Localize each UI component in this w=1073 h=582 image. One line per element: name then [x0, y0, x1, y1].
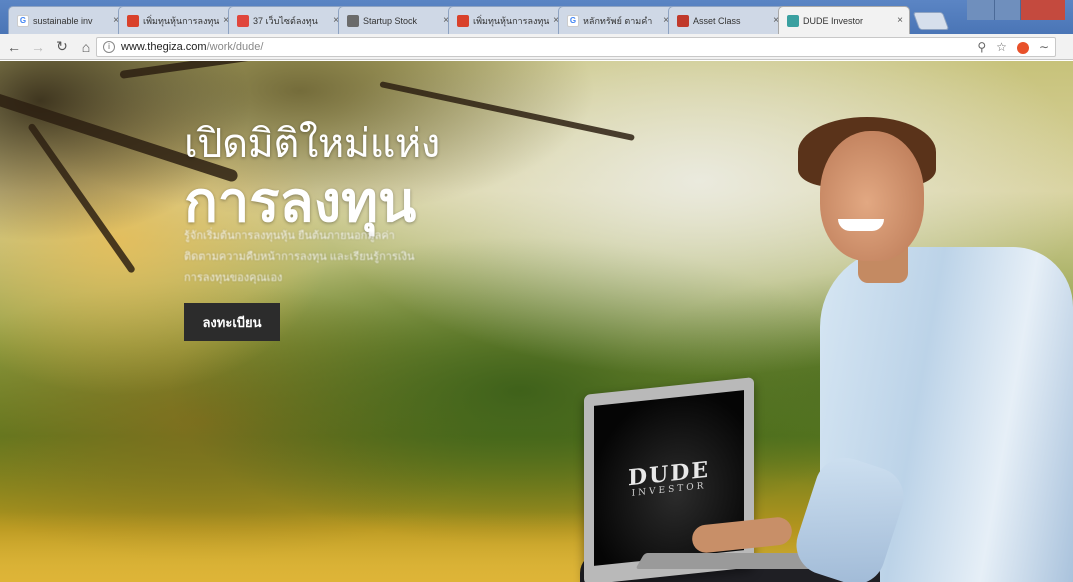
- register-button[interactable]: ลงทะเบียน: [184, 303, 280, 341]
- laptop-screen: DUDE INVESTOR: [584, 377, 754, 582]
- url-host: www.thegiza.com: [121, 41, 207, 53]
- browser-tab[interactable]: เพิ่มทุนหุ้นการลงทุน ×: [448, 6, 566, 34]
- minimize-button[interactable]: [967, 0, 995, 20]
- hero-section: เปิดมิติใหม่แห่ง การลงทุน รู้จักเริ่มต้น…: [0, 61, 1073, 582]
- zoom-icon[interactable]: ⚲: [977, 40, 986, 54]
- browser-tab[interactable]: G หลักทรัพย์ ตามคำ ×: [558, 6, 676, 34]
- tab-title: Startup Stock: [363, 15, 418, 26]
- forward-arrow-icon[interactable]: →: [28, 39, 48, 55]
- tab-title: 37 เว็บไซต์ลงทุน: [253, 15, 318, 26]
- back-arrow-icon[interactable]: ←: [4, 39, 24, 55]
- browser-tab-bar: Gsustainable inv × เพิ่มทุนหุ้นการลงทุน × 37…: [0, 0, 1073, 34]
- reload-icon[interactable]: ↻: [52, 38, 72, 55]
- tab-title: sustainable inv: [33, 15, 93, 26]
- google-icon: G: [17, 14, 29, 27]
- url-path: /work/dude/: [206, 41, 264, 53]
- red-circle-icon: [237, 14, 249, 27]
- extension-puzzle-icon[interactable]: ∼: [1039, 40, 1049, 54]
- close-window-button[interactable]: [1021, 0, 1065, 20]
- browser-tab[interactable]: เพิ่มทุนหุ้นการลงทุน ×: [118, 6, 236, 34]
- browser-tab[interactable]: Startup Stock ×: [338, 6, 456, 34]
- red-app-icon: [127, 14, 139, 27]
- browser-tab[interactable]: Gsustainable inv ×: [8, 6, 126, 34]
- info-icon[interactable]: i: [103, 41, 115, 53]
- address-bar[interactable]: i www.thegiza.com/work/dude/ ⚲ ☆ ∼: [96, 37, 1056, 57]
- google-icon: G: [567, 14, 579, 27]
- browser-tab[interactable]: DUDE Investor ×: [778, 6, 910, 34]
- image-icon: [347, 14, 359, 27]
- tab-title: เพิ่มทุนหุ้นการลงทุน: [473, 15, 550, 26]
- tab-title: DUDE Investor: [803, 15, 864, 26]
- tab-title: เพิ่มทุนหุ้นการลงทุน: [143, 15, 220, 26]
- browser-toolbar: ← → ↻ ⌂ i www.thegiza.com/work/dude/ ⚲ ☆…: [0, 34, 1073, 60]
- browser-tab[interactable]: Asset Class ×: [668, 6, 786, 34]
- browser-tab[interactable]: 37 เว็บไซต์ลงทุน ×: [228, 6, 346, 34]
- maximize-button[interactable]: [995, 0, 1021, 20]
- tab-title: Asset Class: [693, 15, 741, 26]
- home-icon[interactable]: ⌂: [76, 39, 96, 55]
- tab-title: หลักทรัพย์ ตามคำ: [583, 15, 653, 26]
- person-head: [820, 131, 924, 261]
- laptop-base: [635, 553, 825, 569]
- tree-branch: [119, 61, 438, 79]
- tab-strip: Gsustainable inv × เพิ่มทุนหุ้นการลงทุน × 37…: [8, 6, 950, 34]
- bookmark-star-icon[interactable]: ☆: [996, 40, 1007, 54]
- window-controls: [967, 0, 1065, 20]
- person-smile: [838, 219, 884, 231]
- red-app-icon: [457, 14, 469, 27]
- extension-icon[interactable]: [1016, 42, 1029, 54]
- dude-icon: [787, 14, 799, 27]
- new-tab-button[interactable]: [912, 12, 950, 30]
- red-app-icon: [677, 14, 689, 27]
- hero-description: รู้จักเริ่มต้นการลงทุนหุ้น ยืนต้นภายนอกม…: [184, 230, 415, 284]
- close-tab-icon[interactable]: ×: [897, 15, 903, 26]
